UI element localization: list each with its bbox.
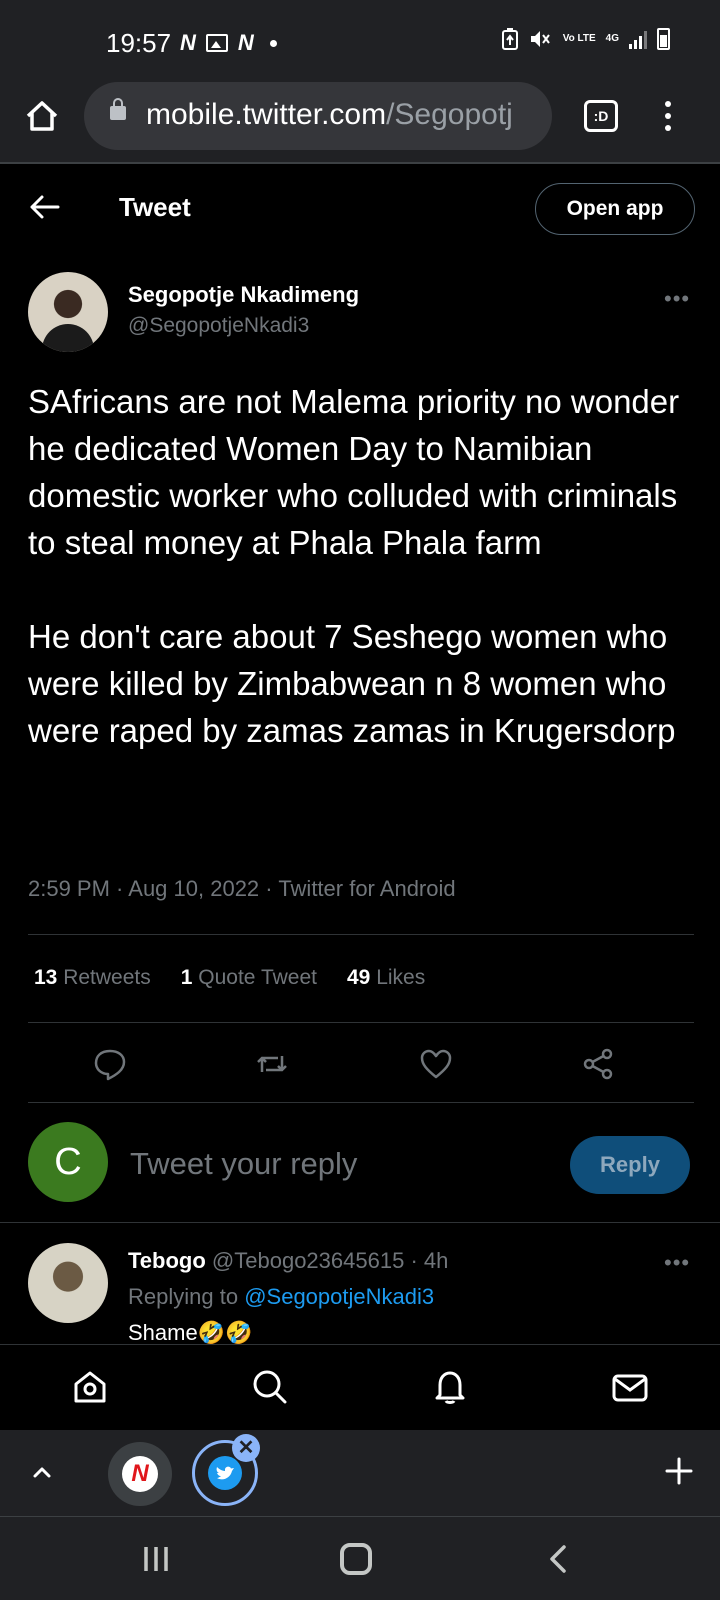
- replying-to: Replying to @SegopotjeNkadi3: [128, 1284, 434, 1310]
- author-handle[interactable]: @SegopotjeNkadi3: [128, 314, 309, 338]
- n-app-icon: N: [180, 30, 196, 55]
- status-time: 19:57: [106, 28, 172, 58]
- author-name[interactable]: Segopotje Nkadimeng: [128, 282, 359, 308]
- close-tab-icon[interactable]: ✕: [232, 1434, 260, 1462]
- recent-apps-icon[interactable]: [142, 1545, 170, 1573]
- battery-icon: [657, 28, 670, 50]
- image-icon: [205, 34, 228, 52]
- reply-input[interactable]: Tweet your reply: [130, 1146, 357, 1182]
- back-arrow-icon[interactable]: [28, 194, 60, 220]
- volte-label: Vo LTE: [562, 33, 596, 44]
- mute-icon: [530, 31, 550, 47]
- page-title: Tweet: [119, 192, 191, 222]
- dot-icon: [269, 39, 277, 47]
- new-tab-icon[interactable]: [664, 1456, 694, 1486]
- notifications-icon[interactable]: [430, 1367, 470, 1407]
- status-bar: 19:57 N N Vo LTE 4G: [0, 0, 720, 80]
- lock-icon: [110, 98, 126, 120]
- share-icon[interactable]: [580, 1046, 616, 1082]
- chevron-up-icon[interactable]: [30, 1460, 54, 1484]
- like-icon[interactable]: [418, 1046, 454, 1082]
- android-home-icon[interactable]: [340, 1543, 372, 1575]
- tab-news-app[interactable]: N: [108, 1442, 172, 1506]
- android-nav-bar: [0, 1516, 720, 1600]
- reply-button[interactable]: Reply: [570, 1136, 690, 1194]
- replying-to-link[interactable]: @SegopotjeNkadi3: [244, 1284, 434, 1309]
- browser-tab-strip: N ✕: [0, 1430, 720, 1516]
- twitter-bottom-nav: [0, 1344, 720, 1430]
- divider: [28, 1022, 694, 1023]
- browser-menu-icon[interactable]: [660, 98, 676, 138]
- user-avatar: C: [28, 1122, 108, 1202]
- tweet-meta: 2:59 PM · Aug 10, 2022 · Twitter for And…: [28, 876, 456, 901]
- reply-more-options-icon[interactable]: •••: [664, 1250, 690, 1276]
- url-domain: mobile.twitter.com: [146, 98, 387, 131]
- signal-icon: [629, 29, 647, 49]
- address-bar[interactable]: mobile.twitter.com/Segopotj: [84, 82, 552, 150]
- more-options-icon[interactable]: •••: [664, 286, 690, 312]
- url-text: mobile.twitter.com/Segopotj: [146, 98, 513, 132]
- reply-time: · 4h: [410, 1248, 449, 1273]
- quotes-label: Quote Tweet: [198, 966, 317, 989]
- browser-toolbar: mobile.twitter.com/Segopotj :D: [0, 80, 720, 164]
- author-avatar[interactable]: [28, 272, 108, 352]
- open-app-button[interactable]: Open app: [535, 183, 695, 235]
- home-nav-icon[interactable]: [70, 1367, 110, 1407]
- tweet-actions: [28, 1040, 694, 1084]
- network-label: 4G: [605, 33, 619, 44]
- quotes-count: 1: [180, 966, 193, 989]
- twitter-icon: [208, 1456, 242, 1490]
- search-icon[interactable]: [250, 1367, 290, 1407]
- android-back-icon[interactable]: [546, 1545, 570, 1573]
- reply-author-avatar[interactable]: [28, 1243, 108, 1323]
- likes-count: 49: [346, 966, 371, 989]
- tweet-text: SAfricans are not Malema priority no won…: [28, 383, 680, 749]
- retweets-label: Retweets: [63, 966, 151, 989]
- home-icon[interactable]: [22, 96, 62, 136]
- tab-switcher-button[interactable]: :D: [584, 100, 618, 132]
- likes-label: Likes: [376, 966, 426, 989]
- reply-text: Shame🤣🤣: [128, 1320, 253, 1345]
- reply-icon[interactable]: [92, 1046, 128, 1082]
- reply-author-name: Tebogo: [128, 1248, 206, 1273]
- battery-saver-icon: [501, 28, 518, 50]
- replying-to-label: Replying to: [128, 1284, 239, 1309]
- divider: [28, 1102, 694, 1103]
- retweets-count: 13: [34, 966, 58, 989]
- news-app-icon: N: [122, 1456, 158, 1492]
- tweet-header: Tweet Open app: [0, 166, 720, 250]
- notification-icons: N N: [180, 30, 277, 56]
- n-app-icon: N: [237, 30, 254, 55]
- retweets-stat[interactable]: 13 Retweets: [34, 966, 151, 990]
- divider: [0, 1222, 720, 1223]
- url-path: /Segopotj: [386, 98, 513, 131]
- system-icons: Vo LTE 4G: [501, 28, 670, 50]
- quotes-stat[interactable]: 1 Quote Tweet: [181, 966, 317, 990]
- likes-stat[interactable]: 49 Likes: [347, 966, 425, 990]
- tweet-stats: 13 Retweets 1 Quote Tweet 49 Likes: [34, 966, 425, 990]
- retweet-icon[interactable]: [254, 1046, 290, 1082]
- messages-icon[interactable]: [610, 1367, 650, 1407]
- reply-author-handle: @Tebogo23645615: [211, 1248, 405, 1273]
- divider: [28, 934, 694, 935]
- reply-author-line[interactable]: Tebogo @Tebogo23645615 · 4h: [128, 1248, 448, 1274]
